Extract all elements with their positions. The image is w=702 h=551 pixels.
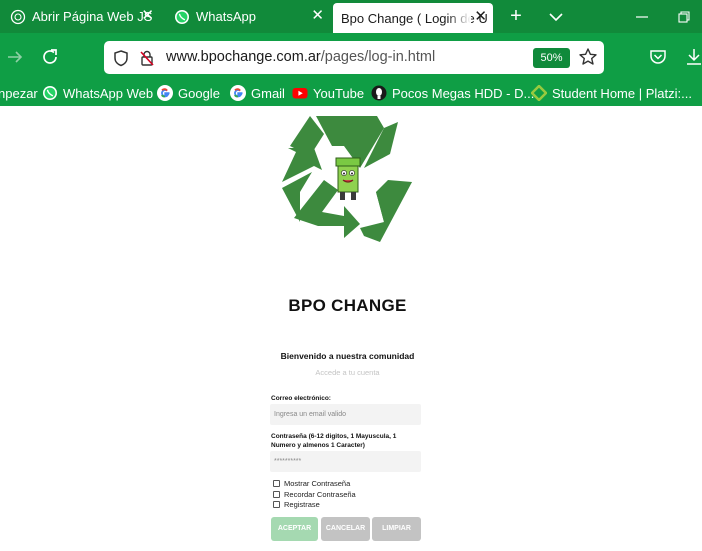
bookmark-item[interactable]: Google [157,83,220,103]
restore-icon[interactable] [675,8,693,26]
bookmark-label: YouTube [313,85,365,101]
tab-whatsapp[interactable]: WhatsApp ✕ [166,0,330,33]
tab-bpo-change[interactable]: Bpo Change ( Login de U ✕ [333,3,493,33]
checkbox-label: Recordar Contraseña [284,490,356,499]
youtube-icon [292,88,308,99]
tab-abrir-pagina[interactable]: Abrir Página Web JS ✕ [0,0,160,33]
bookmark-item[interactable]: Student Home | Platzi:... [531,83,692,103]
minimize-icon[interactable] [633,8,651,26]
recycling-logo [282,116,412,242]
bookmark-label: Pocos Megas HDD - D... [392,85,535,101]
navigation-toolbar: www.bpochange.com.ar/pages/log-in.html 5… [0,33,702,80]
site-title: BPO CHANGE [288,296,407,315]
new-tab-button[interactable]: + [505,6,527,28]
bookmark-label: Google [178,85,220,101]
password-label: Contraseña (6-12 digitos, 1 Mayuscula, 1… [271,433,397,449]
download-icon[interactable] [683,46,702,68]
close-icon[interactable]: ✕ [311,8,324,24]
show-password-option[interactable]: Mostrar Contraseña [273,479,350,488]
zoom-level-badge[interactable]: 50% [533,48,570,68]
platzi-icon [531,85,547,101]
welcome-heading: Bienvenido a nuestra comunidad [280,351,415,361]
close-icon[interactable]: ✕ [141,8,154,24]
chatgpt-icon [10,9,26,24]
register-checkbox[interactable] [273,501,280,508]
password-field[interactable]: ********** [270,451,421,472]
page-content: BPO CHANGE Bienvenido a nuestra comunida… [0,106,702,551]
bookmark-label: WhatsApp Web [63,85,154,101]
tab-fade [447,3,471,33]
bookmark-item[interactable]: npezar [0,83,38,103]
checkbox-label: Mostrar Contraseña [284,479,351,488]
bookmark-item[interactable]: Gmail [230,83,285,103]
shield-icon[interactable] [112,49,130,67]
cancel-button[interactable]: CANCELAR [321,517,370,541]
google-icon [230,85,246,101]
whatsapp-icon [43,86,57,100]
login-subtitle: Accede a tu cuenta [315,368,380,377]
checkbox-label: Registrase [284,500,320,509]
bookmark-item[interactable]: WhatsApp Web [42,83,153,103]
bookmark-label: Student Home | Platzi:... [552,85,692,101]
tab-label: Abrir Página Web JS [32,9,153,24]
forward-arrow-icon[interactable] [4,46,26,68]
insecure-lock-icon[interactable] [138,49,156,67]
google-icon [157,85,173,101]
remember-password-option[interactable]: Recordar Contraseña [273,490,356,499]
tab-label: WhatsApp [196,9,256,24]
bookmark-item[interactable]: YouTube [292,83,364,103]
email-field[interactable]: Ingresa un email valido [270,404,421,425]
bookmark-label: Gmail [251,85,285,101]
bookmark-star-icon[interactable] [578,47,598,67]
bookmark-label: npezar [0,85,38,101]
whatsapp-icon [175,9,189,24]
show-password-checkbox[interactable] [273,480,280,487]
pocket-icon[interactable] [647,46,669,68]
email-label: Correo electrónico: [271,395,331,402]
tab-bar: Abrir Página Web JS ✕ WhatsApp ✕ Bpo Cha… [0,0,702,33]
bookmarks-toolbar: npezar WhatsApp Web Google Gmail YouTube… [0,80,702,106]
close-icon[interactable]: ✕ [474,9,487,25]
pocosmegas-icon [371,85,387,101]
accept-button[interactable]: ACEPTAR [271,517,318,541]
chevron-down-icon[interactable] [546,8,566,26]
bookmark-item[interactable]: Pocos Megas HDD - D... [371,83,534,103]
url-domain: www.bpochange.com.ar [166,49,321,65]
url-text[interactable]: www.bpochange.com.ar/pages/log-in.html [166,49,435,65]
clear-button[interactable]: LIMPIAR [372,517,421,541]
mascot-icon [335,157,361,200]
url-path: /pages/log-in.html [320,49,436,65]
remember-password-checkbox[interactable] [273,491,280,498]
reload-icon[interactable] [39,46,61,68]
register-option[interactable]: Registrase [273,500,320,509]
address-bar[interactable]: www.bpochange.com.ar/pages/log-in.html 5… [104,41,604,74]
